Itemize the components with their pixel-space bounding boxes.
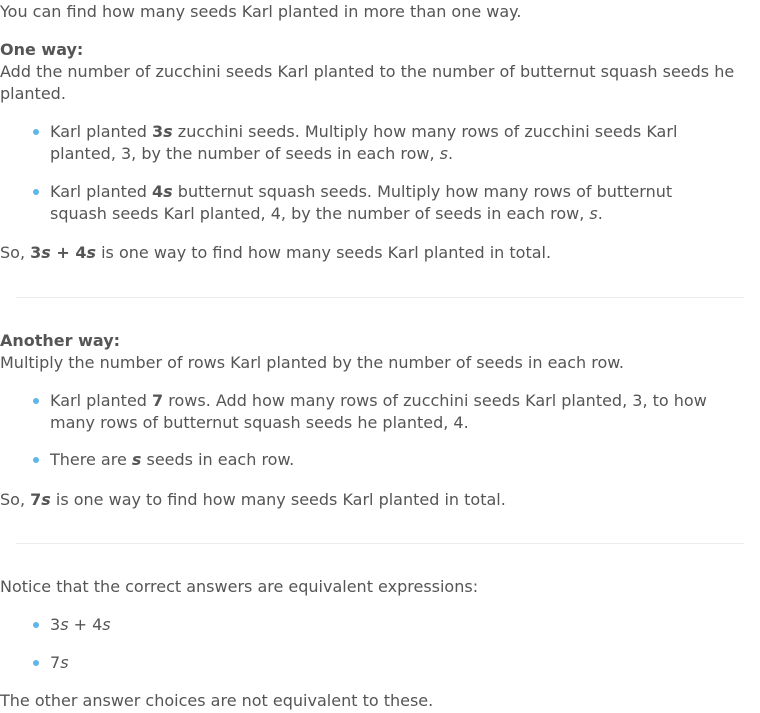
list-item: 7s [0,652,720,674]
answers-list: 3s + 4s 7s [0,614,720,674]
list-item: Karl planted 3s zucchini seeds. Multiply… [0,121,720,165]
bullet-icon [33,622,39,628]
bullet-icon [33,129,39,135]
list-item: Karl planted 7 rows. Add how many rows o… [0,390,720,434]
section-divider [16,543,744,544]
another-way-bullet-list: Karl planted 7 rows. Add how many rows o… [0,390,720,471]
one-way-description: Add the number of zucchini seeds Karl pl… [0,62,735,103]
bullet-icon [33,660,39,666]
another-way-conclusion: So, 7s is one way to find how many seeds… [0,490,506,509]
bullet-icon [33,398,39,404]
another-way-heading: Another way: [0,331,121,350]
another-way-description: Multiply the number of rows Karl planted… [0,353,624,372]
one-way-conclusion: So, 3s + 4s is one way to find how many … [0,243,552,262]
bullet-icon [33,189,39,195]
list-item: Karl planted 4s butternut squash seeds. … [0,181,720,225]
closing-text: The other answer choices are not equival… [0,691,434,710]
notice-text: Notice that the correct answers are equi… [0,577,479,596]
list-item: 3s + 4s [0,614,720,636]
one-way-bullet-list: Karl planted 3s zucchini seeds. Multiply… [0,121,720,225]
bullet-icon [33,457,39,463]
section-divider [16,297,744,298]
list-item: There are s seeds in each row. [0,449,720,471]
one-way-heading: One way: [0,40,84,59]
intro-text: You can find how many seeds Karl planted… [0,2,522,21]
